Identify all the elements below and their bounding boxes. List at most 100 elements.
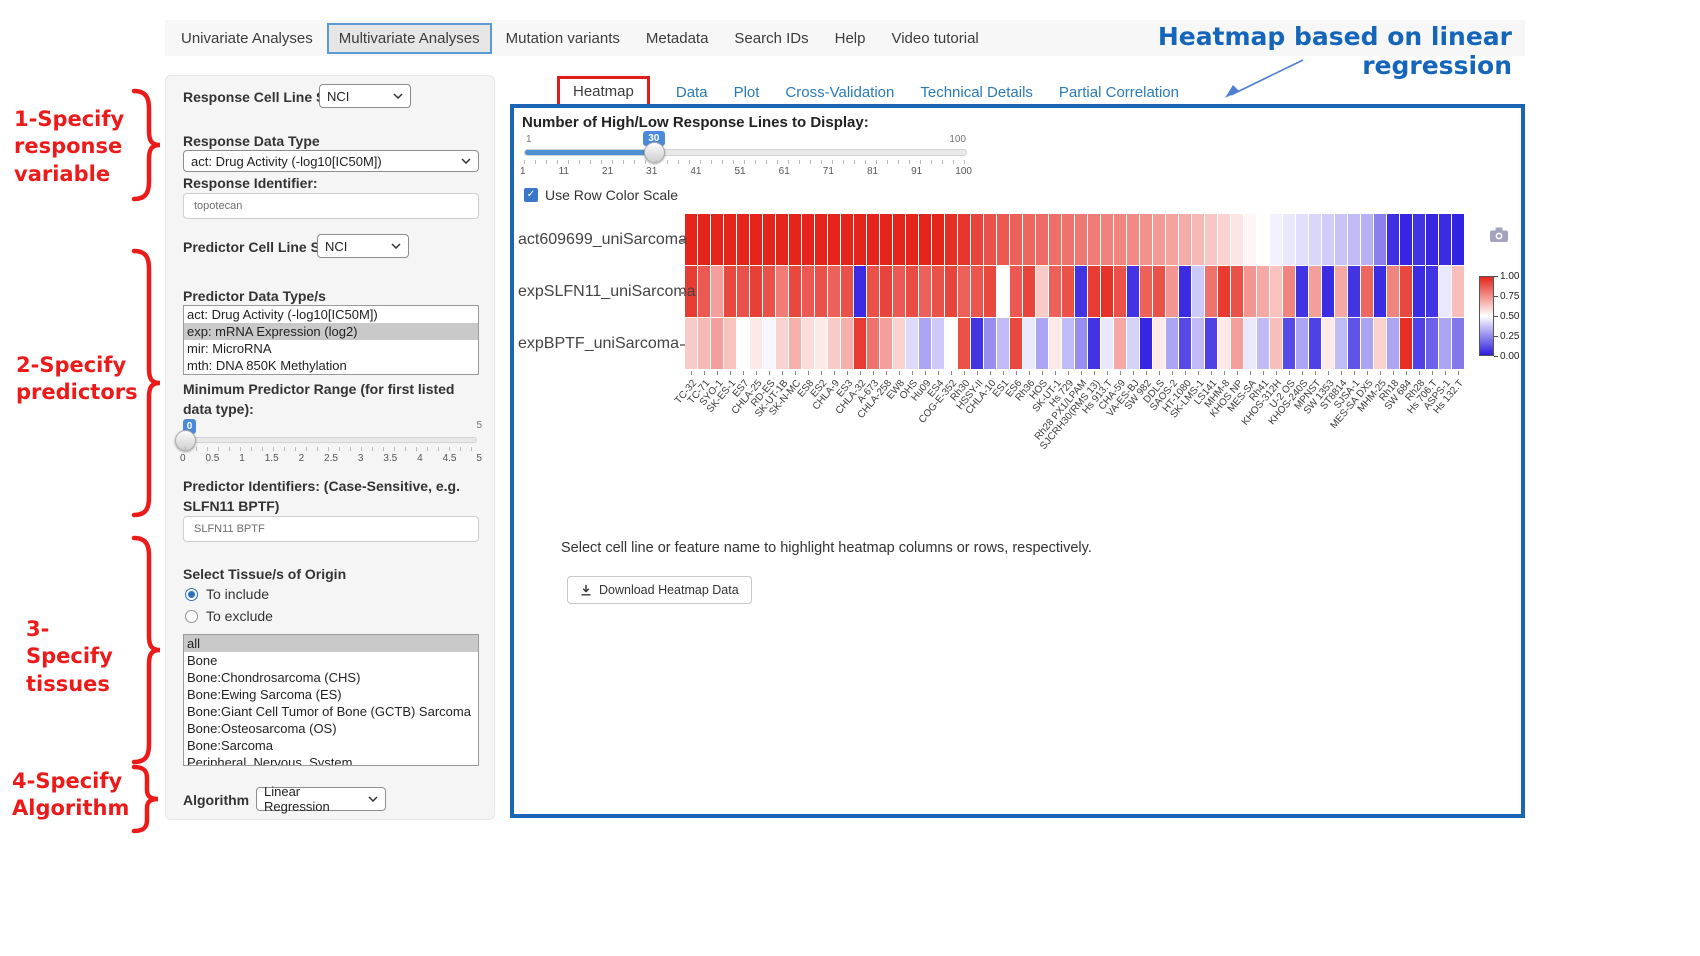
lines-slider-tick: 1 xyxy=(520,166,526,177)
heatmap-cell xyxy=(724,318,736,369)
heatmap-cell xyxy=(1114,214,1126,265)
heatmap-cell xyxy=(932,214,944,265)
heatmap-cell xyxy=(763,214,775,265)
tissue-option[interactable]: Bone:Giant Cell Tumor of Bone (GCTB) Sar… xyxy=(184,703,478,720)
nav-item-video-tutorial[interactable]: Video tutorial xyxy=(879,23,990,54)
heatmap-col-tick xyxy=(756,371,757,375)
nav-item-univariate-analyses[interactable]: Univariate Analyses xyxy=(169,23,325,54)
predictor-data-types-listbox[interactable]: act: Drug Activity (-log10[IC50M])exp: m… xyxy=(183,305,479,375)
annotation-brace-2 xyxy=(130,246,164,520)
nav-item-search-ids[interactable]: Search IDs xyxy=(722,23,820,54)
algorithm-select[interactable]: Linear Regression xyxy=(256,787,386,811)
predictor-data-type-option[interactable]: exp: mRNA Expression (log2) xyxy=(184,323,478,340)
predictor-data-type-option[interactable]: mth: DNA 850K Methylation xyxy=(184,357,478,374)
tab-label: Heatmap xyxy=(573,83,634,100)
heatmap-cell xyxy=(1205,214,1217,265)
heatmap-cell xyxy=(1322,266,1334,317)
heatmap-cell xyxy=(1452,266,1464,317)
tab-technical-details[interactable]: Technical Details xyxy=(920,84,1033,101)
heatmap-row-label[interactable]: expBPTF_uniSarcoma xyxy=(518,334,678,354)
heatmap-cell xyxy=(1127,266,1139,317)
heatmap-cell xyxy=(1413,214,1425,265)
heatmap-col-tick xyxy=(1198,371,1199,375)
heatmap-row-label[interactable]: act609699_uniSarcoma xyxy=(518,230,678,250)
lines-slider-tick-labels: 1112131415161718191100 xyxy=(520,166,972,177)
legend-tick-label: 0.50 xyxy=(1500,311,1534,322)
tissue-origin-listbox[interactable]: allBoneBone:Chondrosarcoma (CHS)Bone:Ewi… xyxy=(183,634,479,766)
nav-item-metadata[interactable]: Metadata xyxy=(634,23,721,54)
heatmap-cell xyxy=(1218,266,1230,317)
heatmap-cell xyxy=(1296,214,1308,265)
heatmap-cell xyxy=(1140,318,1152,369)
heatmap-col-tick xyxy=(1068,371,1069,375)
min-predictor-range-slider-track[interactable] xyxy=(185,437,477,443)
heatmap-cell xyxy=(958,318,970,369)
tab-data[interactable]: Data xyxy=(676,84,708,101)
tissue-option[interactable]: Bone:Chondrosarcoma (CHS) xyxy=(184,669,478,686)
heatmap-cell xyxy=(750,266,762,317)
heatmap-cell xyxy=(776,318,788,369)
chevron-down-icon xyxy=(391,243,401,249)
nav-item-help[interactable]: Help xyxy=(823,23,878,54)
tab-cross-validation[interactable]: Cross-Validation xyxy=(785,84,894,101)
heatmap-cell xyxy=(1335,214,1347,265)
heatmap-col-tick xyxy=(964,371,965,375)
heatmap-cell xyxy=(867,214,879,265)
heatmap-cell xyxy=(763,266,775,317)
heatmap-cell xyxy=(724,214,736,265)
heatmap-cell xyxy=(750,318,762,369)
legend-tick-mark xyxy=(1494,336,1498,337)
heatmap-cell xyxy=(841,266,853,317)
download-heatmap-data-button[interactable]: Download Heatmap Data xyxy=(567,576,752,604)
heatmap-cell xyxy=(1153,318,1165,369)
row-color-scale-checkbox[interactable]: ✓ xyxy=(524,188,538,202)
tissue-option[interactable]: all xyxy=(184,635,478,652)
predictor-identifiers-input[interactable]: SLFN11 BPTF xyxy=(183,516,479,542)
heatmap-cell xyxy=(1270,266,1282,317)
heatmap-cell xyxy=(1023,318,1035,369)
heatmap-col-tick xyxy=(1328,371,1329,375)
heatmap-col-tick xyxy=(1315,371,1316,375)
heatmap-cell xyxy=(1049,266,1061,317)
nav-item-multivariate-analyses[interactable]: Multivariate Analyses xyxy=(327,23,492,54)
lines-slider-tick: 21 xyxy=(602,166,613,177)
heatmap-grid xyxy=(685,214,1464,369)
heatmap-cell xyxy=(698,214,710,265)
heatmap-col-tick xyxy=(1237,371,1238,375)
predictor-cell-line-set-select[interactable]: NCI xyxy=(317,234,409,258)
predictor-data-type-option[interactable]: mir: MicroRNA xyxy=(184,340,478,357)
heatmap-row-label[interactable]: expSLFN11_uniSarcoma xyxy=(518,282,678,302)
tissue-option[interactable]: Bone:Osteosarcoma (OS) xyxy=(184,720,478,737)
tab-partial-correlation[interactable]: Partial Correlation xyxy=(1059,84,1179,101)
heatmap-cell xyxy=(1062,266,1074,317)
min-predictor-range-max-label: 5 xyxy=(470,420,482,431)
legend-tick-mark xyxy=(1494,356,1498,357)
heatmap-cell xyxy=(698,266,710,317)
lines-slider-track[interactable] xyxy=(524,149,967,156)
tissue-option[interactable]: Bone:Ewing Sarcoma (ES) xyxy=(184,686,478,703)
annotation-brace-3 xyxy=(130,533,164,767)
response-data-type-select[interactable]: act: Drug Activity (-log10[IC50M]) xyxy=(183,150,479,172)
tissue-option[interactable]: Peripheral_Nervous_System xyxy=(184,754,478,766)
heatmap-cell xyxy=(971,266,983,317)
nav-item-mutation-variants[interactable]: Mutation variants xyxy=(494,23,632,54)
tissue-exclude-radio[interactable] xyxy=(185,610,198,623)
heatmap-cell xyxy=(1387,318,1399,369)
response-cell-line-set-select[interactable]: NCI xyxy=(319,84,411,108)
tissue-include-radio[interactable] xyxy=(185,588,198,601)
predictor-data-type-option[interactable]: act: Drug Activity (-log10[IC50M]) xyxy=(184,306,478,323)
heatmap-cell xyxy=(841,318,853,369)
algorithm-label: Algorithm xyxy=(183,792,249,808)
tab-plot[interactable]: Plot xyxy=(734,84,760,101)
camera-download-plot-icon[interactable] xyxy=(1489,226,1509,243)
heatmap-col-tick xyxy=(1133,371,1134,375)
response-identifier-input[interactable]: topotecan xyxy=(183,193,479,219)
lines-slider-tick: 11 xyxy=(559,166,569,177)
chevron-down-icon xyxy=(368,796,378,802)
heatmap-cell xyxy=(1010,214,1022,265)
heatmap-cell xyxy=(828,266,840,317)
tissue-option[interactable]: Bone xyxy=(184,652,478,669)
heatmap-col-tick xyxy=(1224,371,1225,375)
min-predictor-range-tick: 3.5 xyxy=(383,453,397,464)
tissue-option[interactable]: Bone:Sarcoma xyxy=(184,737,478,754)
